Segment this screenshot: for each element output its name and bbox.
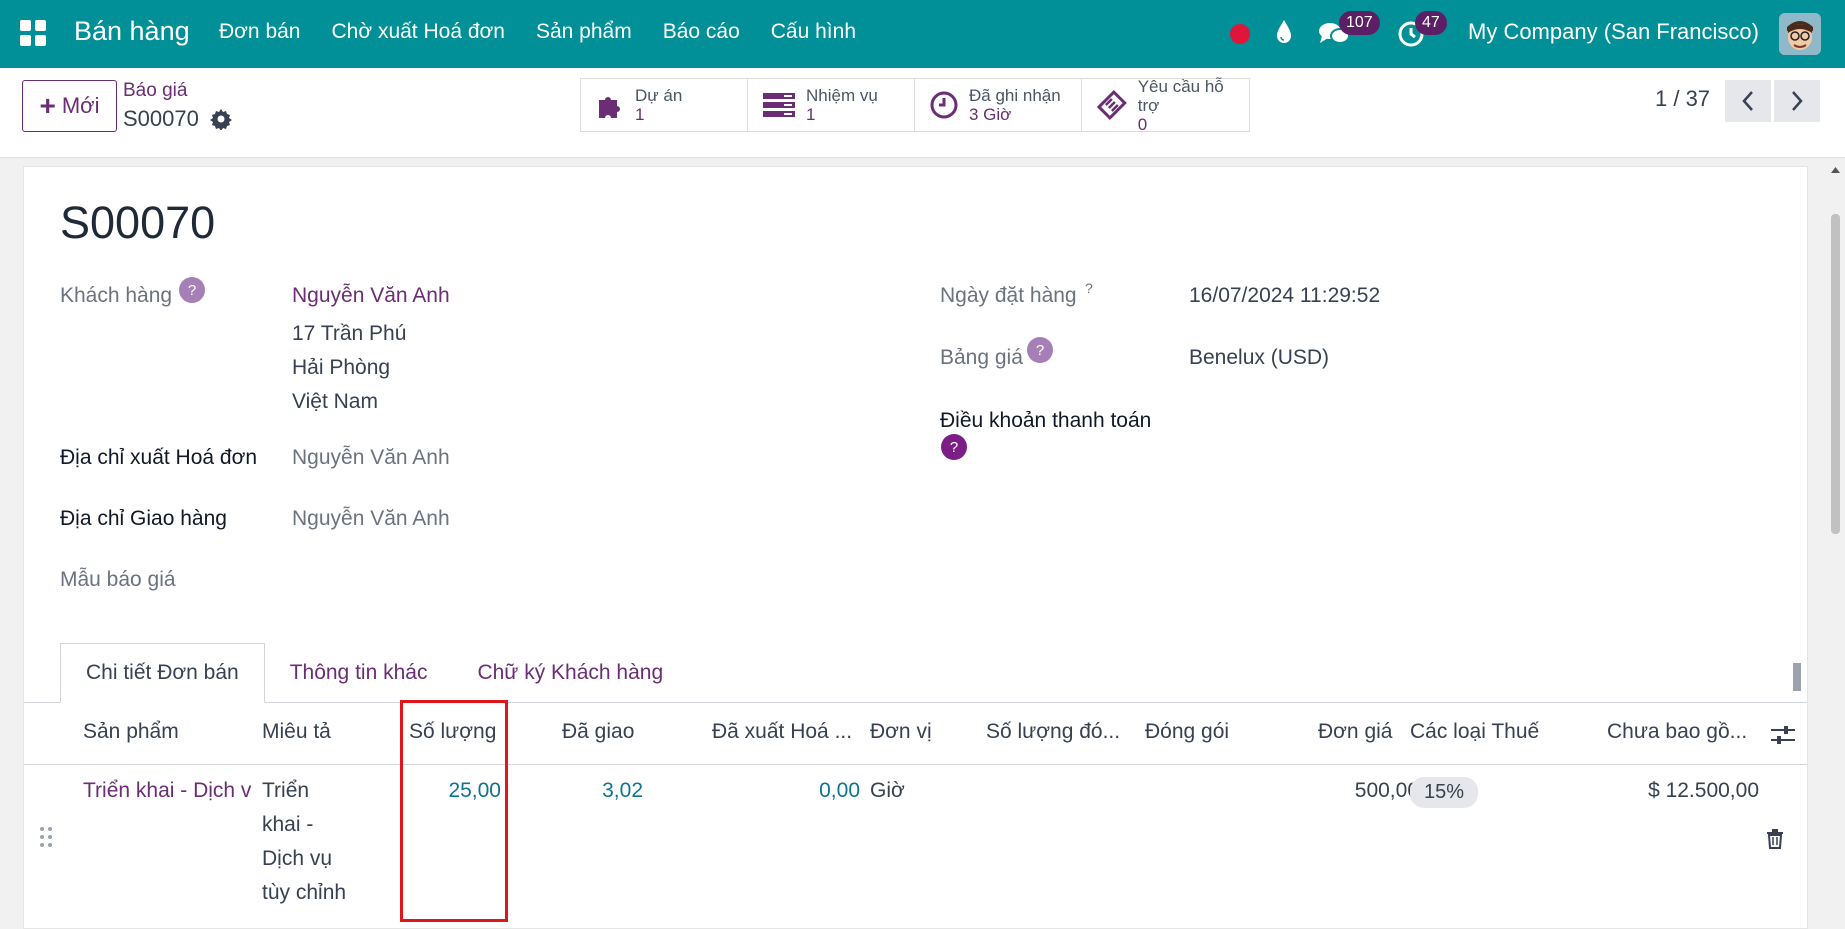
order-date-help-mark[interactable]: ? bbox=[1085, 280, 1093, 296]
invoice-address-field[interactable]: Nguyễn Văn Anh bbox=[292, 446, 450, 470]
main-menu: Đơn bán Chờ xuất Hoá đơn Sản phẩm Báo cá… bbox=[219, 20, 856, 44]
breadcrumb-parent[interactable]: Báo giá bbox=[123, 80, 187, 102]
chat-count-badge: 107 bbox=[1339, 11, 1380, 35]
tab-customer-signature[interactable]: Chữ ký Khách hàng bbox=[452, 643, 688, 703]
order-date-label: Ngày đặt hàng bbox=[940, 284, 1077, 307]
smart-button-value: 0 bbox=[1137, 114, 1148, 134]
smart-button-tickets[interactable]: Yêu cầu hỗ trợ 0 bbox=[1082, 76, 1249, 134]
column-header-packaging[interactable]: Đóng gói bbox=[1145, 720, 1229, 744]
row-description-line[interactable]: Triển bbox=[262, 779, 309, 803]
company-switcher[interactable]: My Company (San Francisco) bbox=[1468, 19, 1759, 45]
clock-icon bbox=[930, 91, 958, 119]
control-panel: + Mới Báo giá S00070 Dự án 1 Nhiệm vụ 1 … bbox=[0, 68, 1845, 158]
chevron-right-icon bbox=[1792, 91, 1803, 111]
smart-button-label: Dự án bbox=[635, 86, 683, 105]
smart-button-value: 1 bbox=[806, 105, 816, 124]
pager-value[interactable]: 1 / 37 bbox=[1655, 86, 1710, 112]
smart-button-label: Đã ghi nhận bbox=[969, 86, 1061, 105]
smart-button-label: Yêu cầu hỗ trợ bbox=[1137, 76, 1224, 115]
apps-menu-icon[interactable] bbox=[20, 20, 46, 46]
activity-count-badge: 47 bbox=[1415, 11, 1447, 35]
customer-address-line: 17 Trần Phú bbox=[292, 322, 407, 345]
order-lines-header: Sản phẩm Miêu tả Số lượng Đã giao Đã xuấ… bbox=[24, 703, 1807, 765]
column-header-uom[interactable]: Đơn vị bbox=[870, 720, 932, 744]
smart-buttons: Dự án 1 Nhiệm vụ 1 Đã ghi nhận 3 Giờ Yêu… bbox=[580, 76, 1250, 134]
ticket-icon bbox=[1096, 90, 1127, 120]
delivery-address-label: Địa chỉ Giao hàng bbox=[60, 507, 227, 530]
payment-terms-label: Điều khoản thanh toán bbox=[940, 409, 1152, 432]
column-header-description[interactable]: Miêu tả bbox=[262, 720, 331, 744]
smart-button-timesheets[interactable]: Đã ghi nhận 3 Giờ bbox=[915, 79, 1082, 131]
chevron-left-icon bbox=[1742, 91, 1753, 111]
row-tax-badge[interactable]: 15% bbox=[1410, 777, 1479, 808]
app-brand[interactable]: Bán hàng bbox=[74, 16, 190, 47]
smart-button-tasks[interactable]: Nhiệm vụ 1 bbox=[748, 79, 915, 131]
row-description-line[interactable]: Dịch vụ bbox=[262, 847, 332, 871]
table-row[interactable]: Triển khai - Dịch v Triển khai - Dịch vụ… bbox=[24, 765, 1807, 928]
menu-item-configuration[interactable]: Cấu hình bbox=[771, 20, 856, 44]
tabs-scrollbar[interactable] bbox=[1790, 647, 1804, 703]
tab-order-lines[interactable]: Chi tiết Đơn bán bbox=[60, 643, 265, 703]
menu-item-to-invoice[interactable]: Chờ xuất Hoá đơn bbox=[332, 20, 505, 44]
menu-item-products[interactable]: Sản phẩm bbox=[536, 20, 632, 44]
pager-next-button[interactable] bbox=[1774, 80, 1820, 122]
scrollbar-thumb[interactable] bbox=[1831, 214, 1840, 534]
drag-handle-icon[interactable] bbox=[39, 826, 53, 848]
row-uom[interactable]: Giờ bbox=[870, 779, 905, 803]
pricelist-field[interactable]: Benelux (USD) bbox=[1189, 346, 1329, 370]
notebook-tabs: Chi tiết Đơn bán Thông tin khác Chữ ký K… bbox=[60, 643, 688, 703]
row-delivered[interactable]: 3,02 bbox=[602, 779, 643, 803]
puzzle-icon bbox=[599, 97, 620, 118]
column-header-unit-price[interactable]: Đơn giá bbox=[1318, 720, 1392, 744]
column-header-packaging-qty[interactable]: Số lượng đó... bbox=[986, 720, 1120, 744]
column-header-product[interactable]: Sản phẩm bbox=[83, 720, 179, 744]
top-navbar: Bán hàng Đơn bán Chờ xuất Hoá đơn Sản ph… bbox=[0, 0, 1845, 68]
row-product[interactable]: Triển khai - Dịch v bbox=[83, 779, 256, 803]
tab-other-info[interactable]: Thông tin khác bbox=[265, 643, 453, 703]
menu-item-orders[interactable]: Đơn bán bbox=[219, 20, 301, 44]
smart-button-value: 3 Giờ bbox=[969, 105, 1012, 124]
menu-item-reporting[interactable]: Báo cáo bbox=[663, 20, 740, 44]
customer-help-icon[interactable]: ? bbox=[179, 277, 205, 303]
column-header-subtotal[interactable]: Chưa bao gồ... bbox=[1607, 720, 1747, 744]
customer-label: Khách hàng bbox=[60, 284, 173, 307]
column-header-invoiced[interactable]: Đã xuất Hoá ... bbox=[712, 720, 852, 744]
new-button[interactable]: + Mới bbox=[22, 80, 117, 132]
pager-previous-button[interactable] bbox=[1725, 80, 1771, 122]
new-button-label: Mới bbox=[61, 93, 100, 118]
column-header-taxes[interactable]: Các loại Thuế bbox=[1410, 720, 1539, 744]
customer-address-line: Hải Phòng bbox=[292, 356, 391, 379]
breadcrumb-current: S00070 bbox=[123, 106, 199, 131]
user-avatar[interactable] bbox=[1779, 13, 1821, 55]
invoice-address-label: Địa chỉ xuất Hoá đơn bbox=[60, 446, 258, 469]
smart-button-label: Nhiệm vụ bbox=[806, 86, 878, 105]
smart-button-value: 1 bbox=[635, 105, 645, 124]
column-header-delivered[interactable]: Đã giao bbox=[562, 720, 634, 744]
pricelist-help-icon[interactable]: ? bbox=[1027, 337, 1053, 363]
pricelist-label: Bảng giá bbox=[940, 346, 1023, 369]
row-description-line[interactable]: tùy chỉnh bbox=[262, 881, 346, 905]
plus-icon: + bbox=[39, 90, 56, 121]
quote-template-label: Mẫu báo giá bbox=[60, 568, 176, 591]
delivery-address-field[interactable]: Nguyễn Văn Anh bbox=[292, 507, 450, 531]
smart-button-projects[interactable]: Dự án 1 bbox=[581, 79, 748, 131]
drop-icon[interactable] bbox=[1274, 18, 1294, 46]
row-invoiced: 0,00 bbox=[819, 779, 860, 802]
trash-icon[interactable] bbox=[1766, 829, 1784, 849]
gear-icon[interactable] bbox=[210, 108, 232, 130]
form-sheet: S00070 Khách hàng ? Nguyễn Văn Anh 17 Tr… bbox=[23, 166, 1808, 929]
row-subtotal: $ 12.500,00 bbox=[1648, 779, 1759, 802]
optional-columns-icon[interactable] bbox=[1770, 723, 1796, 747]
recording-dot-icon[interactable] bbox=[1230, 24, 1250, 44]
customer-name-field[interactable]: Nguyễn Văn Anh bbox=[292, 284, 450, 308]
order-date-field[interactable]: 16/07/2024 11:29:52 bbox=[1189, 284, 1380, 308]
payment-terms-help-icon[interactable]: ? bbox=[941, 434, 967, 460]
customer-address-line: Việt Nam bbox=[292, 390, 378, 413]
scroll-up-icon[interactable] bbox=[1830, 166, 1841, 174]
page-scrollbar[interactable] bbox=[1826, 160, 1845, 929]
row-description-line[interactable]: khai - bbox=[262, 813, 313, 837]
tasks-icon bbox=[763, 93, 795, 117]
record-title: S00070 bbox=[60, 197, 216, 248]
quantity-highlight-box bbox=[400, 700, 508, 922]
